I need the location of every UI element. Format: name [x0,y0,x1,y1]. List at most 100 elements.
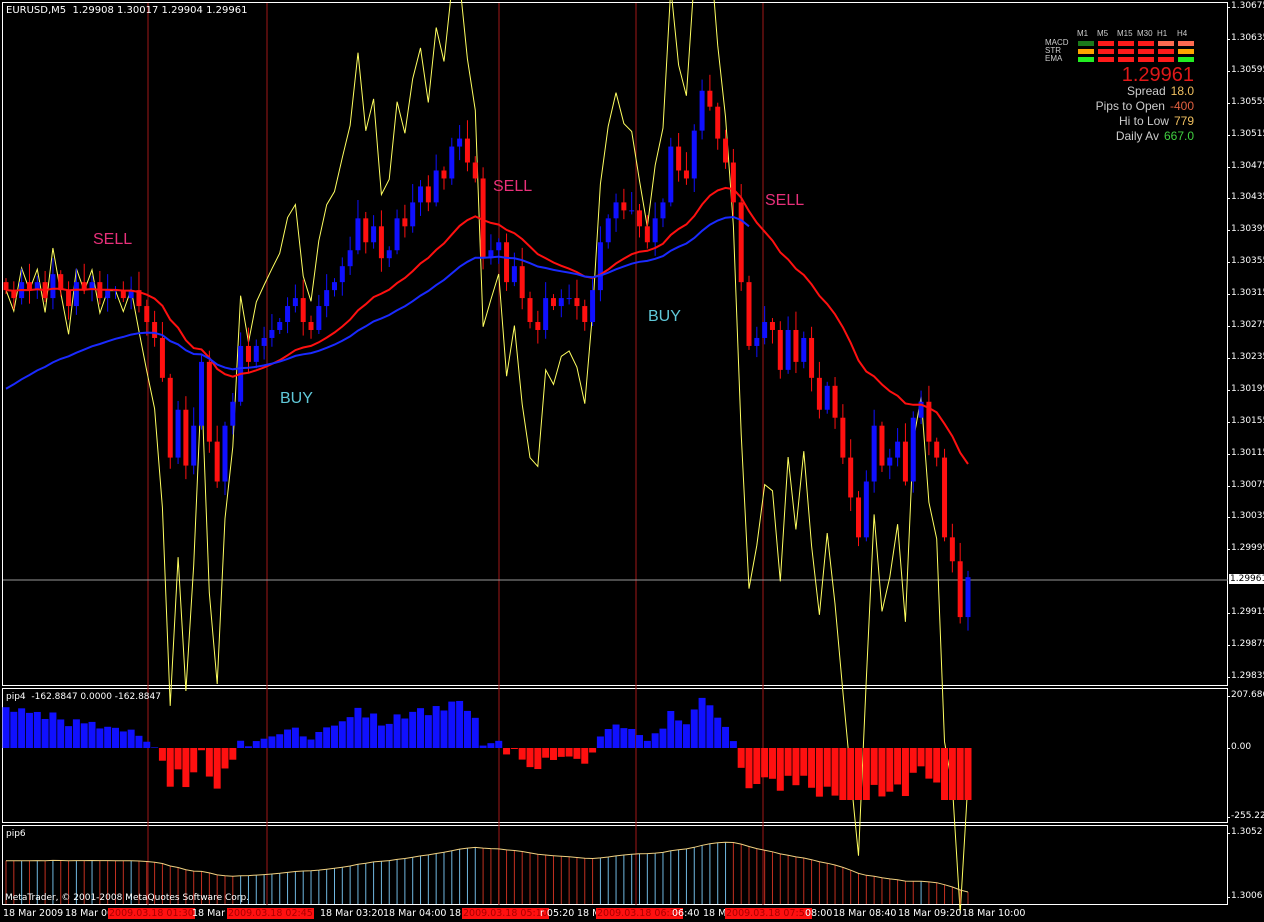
pip4-histogram-bar [628,728,636,748]
pip4-histogram-bar [417,708,425,748]
bull-candle [175,409,181,458]
time-axis-label: r 05:20 [540,908,575,919]
pip4-histogram-bar [815,748,823,797]
bear-candle [206,361,212,442]
pip4-histogram-bar [330,725,338,748]
pip4-histogram-bar [370,713,378,748]
bear-candle [167,377,173,458]
pip4-histogram-bar [135,735,143,748]
signal-sell-2: SELL [493,178,533,195]
pip4-histogram-bar [237,740,245,748]
pip4-histogram-bar [768,748,776,779]
pip4-histogram-bar [96,728,104,748]
pip4-histogram-bar [151,747,159,748]
timeframe-label: H4 [1177,29,1188,38]
bull-candle [754,337,760,346]
pip6-title: pip6 [6,829,26,839]
pip4-histogram-bar [917,748,925,767]
signal-buy-2: BUY [648,308,681,325]
pip4-histogram-bar [213,748,221,789]
bear-candle [550,298,556,307]
bear-candle [66,290,72,307]
signal-cell [1138,57,1154,62]
price-axis-label: 1.30155 [1226,416,1264,426]
bull-candle [871,425,877,482]
pip4-histogram-bar [612,724,620,748]
bull-candle [222,425,228,482]
bear-candle [879,425,885,466]
signal-cell [1098,57,1114,62]
pip4-histogram-bar [182,748,190,788]
pip6-axis-min: 1.3006 [1227,891,1263,901]
pip4-histogram-bar [18,708,26,748]
pip4-histogram-bar [534,748,542,770]
pip4-histogram-bar [659,728,667,748]
pip4-histogram-bar [158,748,166,761]
pip4-histogram-bar [166,748,174,787]
bull-candle [762,322,768,338]
pip4-histogram-bar [338,721,346,748]
time-axis-label: 18 Mar 2009 [3,908,64,919]
pip4-histogram-bar [65,726,73,748]
bull-candle [652,218,658,243]
bear-candle [621,202,627,211]
bull-candle [316,306,322,330]
stat-row: Hi to Low 779 [1119,114,1194,128]
bear-candle [472,162,478,179]
pip4-histogram-bar [925,748,933,779]
signal-cell [1118,57,1134,62]
bear-candle [402,218,408,227]
bear-candle [58,274,64,291]
bull-candle [605,218,611,243]
bear-candle [26,282,32,291]
pip4-histogram-bar [878,748,886,797]
pip4-histogram-bar [119,731,127,748]
pip4-histogram-bar [72,719,80,748]
price-axis-label: 1.30195 [1226,384,1264,394]
bull-candle [457,138,463,147]
bull-candle [230,401,236,426]
pip4-histogram-bar [495,740,503,748]
time-axis-label: 18 Mar 03:20 [320,908,384,919]
stat-value: -400 [1169,99,1194,113]
pip4-histogram-bar [565,748,573,757]
pip4-histogram-bar [792,748,800,786]
pip4-histogram-bar [448,701,456,748]
copyright: MetaTrader, © 2001-2008 MetaQuotes Softw… [5,893,250,903]
price-axis-label: 1.29835 [1226,671,1264,681]
bear-candle [730,162,736,203]
price-axis-label: 1.29995 [1226,543,1264,553]
pip4-histogram-bar [729,741,737,748]
pip4-axis-max: 207.686 [1226,690,1264,700]
signal-cell [1158,41,1174,46]
bear-candle [300,298,306,323]
price-axis-label: 1.29915 [1226,607,1264,617]
stat-value: 779 [1173,114,1194,128]
pip4-histogram-bar [784,748,792,776]
bear-candle [582,306,588,323]
stat-label: Hi to Low [1118,114,1169,128]
pip4-histogram-bar [377,725,385,748]
pip4-histogram-bar [143,741,151,748]
bear-candle [464,138,470,163]
bear-candle [527,298,533,323]
signal-sell-1: SELL [93,231,133,248]
time-axis-label: 08:00 [805,908,833,919]
pip4-histogram-bar [831,748,839,796]
pip4-axis-zero: 0.00 [1226,742,1252,752]
chart-plot[interactable] [0,0,1264,922]
pip4-histogram-bar [573,748,581,759]
time-axis-label: 18 Mar 00 [65,908,114,919]
pip4-histogram-bar [57,719,65,748]
timeframe-label: M15 [1117,29,1133,38]
bull-candle [269,329,275,338]
pip4-histogram-bar [252,741,260,748]
price-axis-label: 1.30235 [1226,352,1264,362]
bear-candle [214,441,220,482]
bear-candle [152,322,158,338]
bull-candle [449,146,455,179]
time-axis-label: 18 Mar 10:00 [962,908,1026,919]
bear-candle [738,202,744,283]
bull-candle [613,202,619,219]
bull-candle [558,298,564,307]
